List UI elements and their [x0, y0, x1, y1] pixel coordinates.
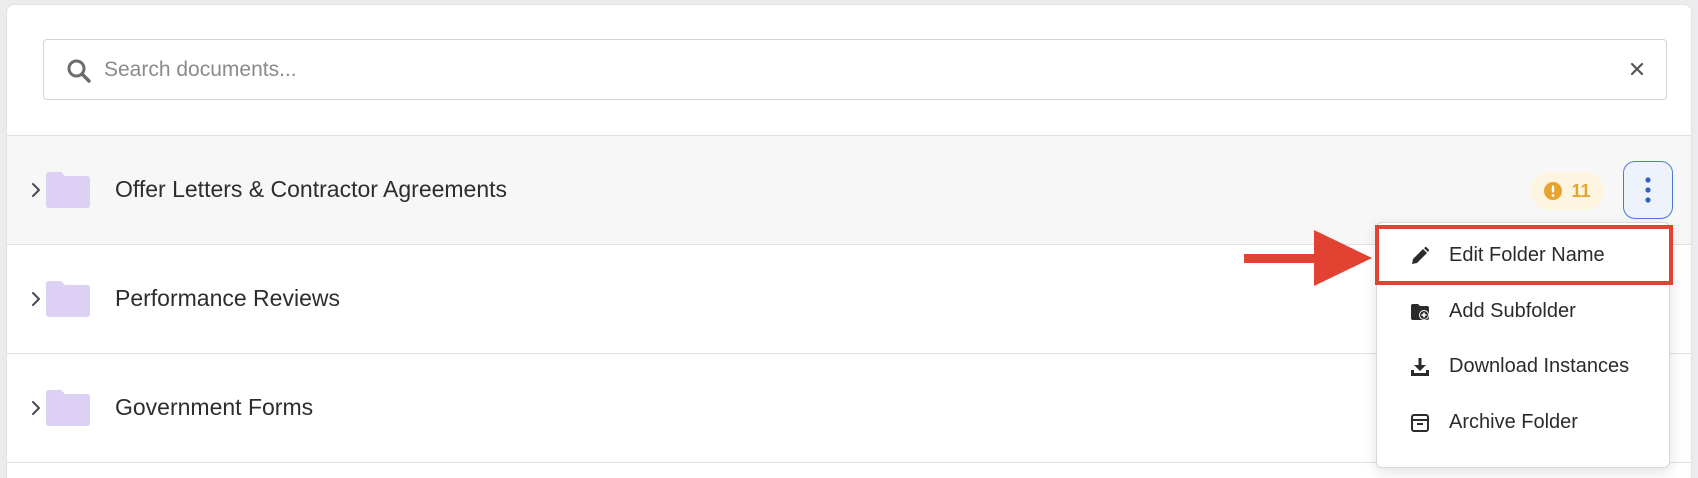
folder-name: Government Forms	[115, 394, 314, 420]
folder-icon	[46, 281, 90, 317]
exclamation-icon	[1544, 182, 1563, 200]
folder-context-menu: Edit Folder Name Add Subfolder Download …	[1375, 222, 1673, 468]
menu-item-label: Edit Folder Name	[1449, 244, 1605, 266]
folder-name: Offer Letters & Contractor Agreements	[115, 176, 508, 202]
search-bar	[43, 39, 1667, 100]
search-icon	[67, 59, 91, 83]
folder-name: Performance Reviews	[115, 285, 340, 311]
folder-icon	[46, 390, 90, 426]
add-subfolder-item[interactable]: Add Subfolder	[1377, 283, 1671, 339]
download-instances-item[interactable]: Download Instances	[1377, 338, 1671, 394]
archive-icon	[1411, 414, 1429, 432]
menu-item-label: Download Instances	[1449, 355, 1630, 377]
kebab-menu-icon	[1645, 177, 1651, 203]
alert-count: 11	[1571, 180, 1591, 201]
pencil-icon	[1412, 246, 1430, 264]
alert-badge[interactable]: 11	[1530, 172, 1604, 210]
annotation-arrow-icon	[1244, 230, 1372, 286]
folder-icon	[46, 172, 90, 208]
clear-search-icon[interactable]	[1628, 60, 1646, 78]
download-icon	[1411, 358, 1429, 376]
folder-add-icon	[1411, 304, 1429, 320]
more-options-button[interactable]	[1623, 161, 1673, 219]
menu-item-label: Add Subfolder	[1449, 300, 1576, 322]
edit-folder-name-item[interactable]: Edit Folder Name	[1375, 225, 1673, 285]
archive-folder-item[interactable]: Archive Folder	[1377, 394, 1671, 450]
search-input[interactable]	[104, 40, 1584, 99]
menu-item-label: Archive Folder	[1449, 411, 1578, 433]
